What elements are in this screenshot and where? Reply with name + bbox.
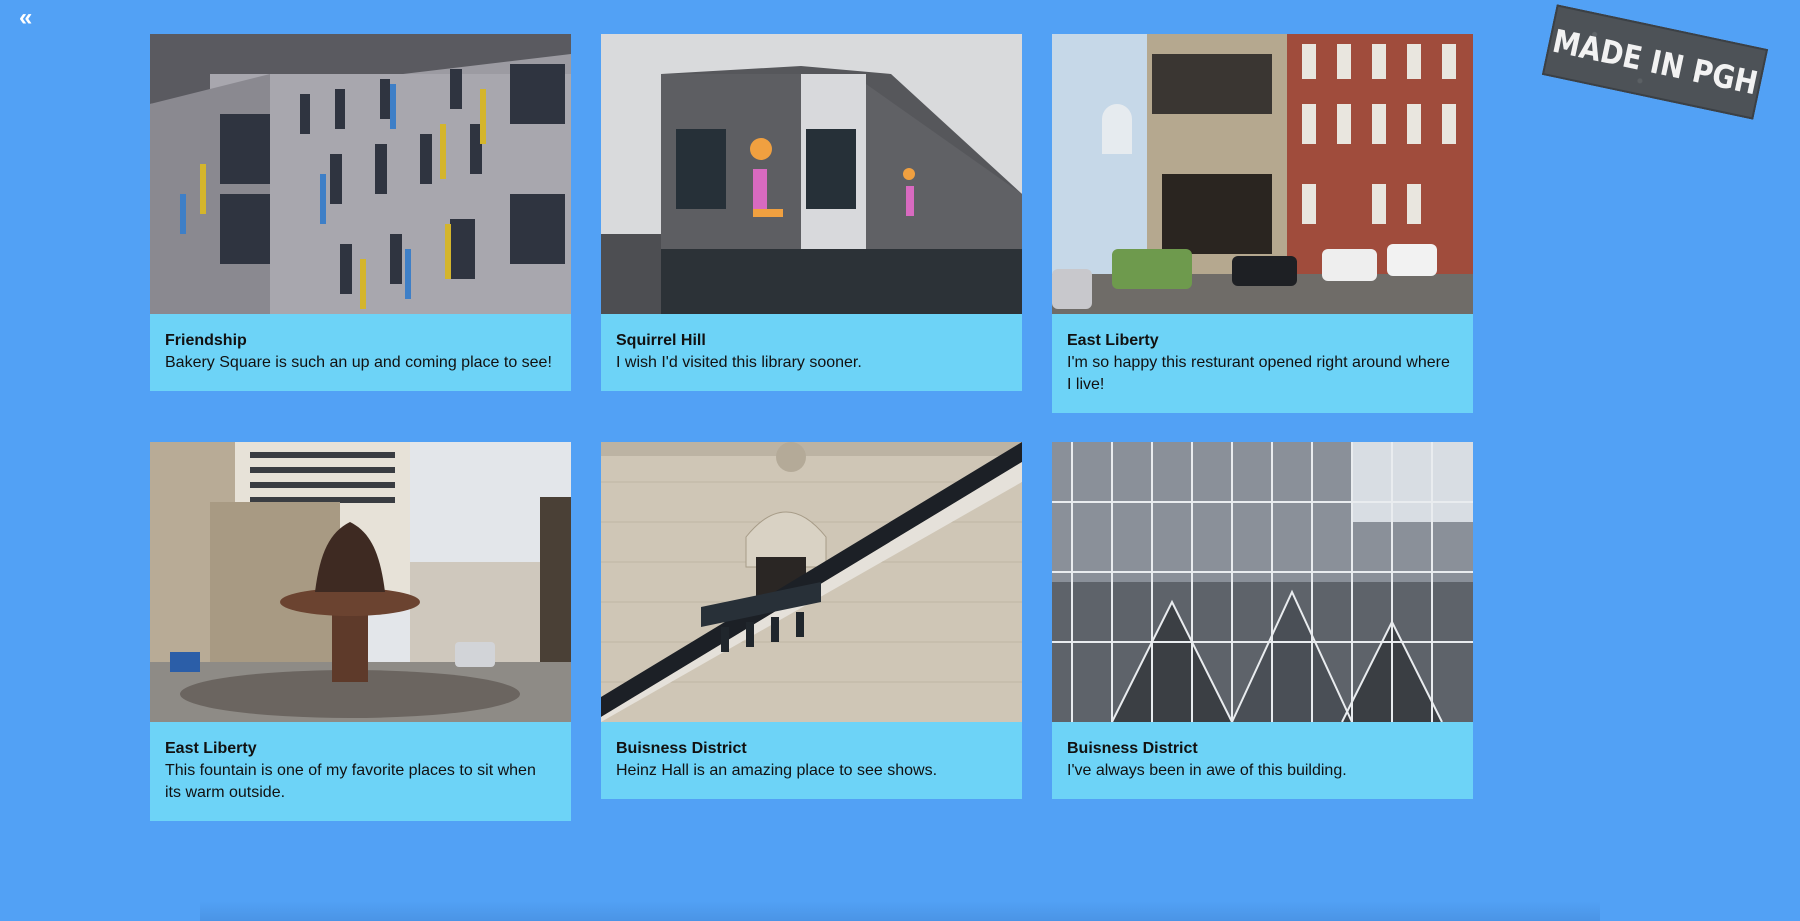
card-text: This fountain is one of my favorite plac… [165,762,536,801]
card-text: Heinz Hall is an amazing place to see sh… [616,762,938,779]
stamp-text: MADE IN PGH [1549,21,1761,103]
card-title: East Liberty [1067,332,1159,349]
card-title: Friendship [165,332,247,349]
photo-heinz-hall [601,442,1022,722]
card-text: I wish I'd visited this library sooner. [616,354,862,371]
card-text: I've always been in awe of this building… [1067,762,1347,779]
photo-card-east-liberty-fountain[interactable]: East Liberty This fountain is one of my … [150,442,571,821]
photo-card-east-liberty-restaurant[interactable]: East Liberty I'm so happy this resturant… [1052,34,1473,413]
photo-card-heinz-hall[interactable]: Buisness District Heinz Hall is an amazi… [601,442,1022,799]
back-link[interactable]: « [19,4,32,32]
photo-card-squirrel-hill[interactable]: Squirrel Hill I wish I'd visited this li… [601,34,1022,391]
photo-bakery-square [150,34,571,314]
card-title: Buisness District [1067,740,1198,757]
card-title: East Liberty [165,740,257,757]
photo-glass-building [1052,442,1473,722]
card-text: Bakery Square is such an up and coming p… [165,354,552,371]
card-text: I'm so happy this resturant opened right… [1067,354,1450,393]
card-caption: East Liberty This fountain is one of my … [150,722,571,821]
card-caption: East Liberty I'm so happy this resturant… [1052,314,1473,413]
card-title: Buisness District [616,740,747,757]
card-title: Squirrel Hill [616,332,706,349]
card-caption: Friendship Bakery Square is such an up a… [150,314,571,391]
photo-fountain [150,442,571,722]
bottom-shade [200,901,1600,921]
card-caption: Squirrel Hill I wish I'd visited this li… [601,314,1022,391]
made-in-pgh-stamp: MADE IN PGH [1541,4,1769,120]
photo-card-friendship[interactable]: Friendship Bakery Square is such an up a… [150,34,571,391]
photo-library [601,34,1022,314]
photo-card-glass-building[interactable]: Buisness District I've always been in aw… [1052,442,1473,799]
card-caption: Buisness District I've always been in aw… [1052,722,1473,799]
photo-restaurant [1052,34,1473,314]
card-caption: Buisness District Heinz Hall is an amazi… [601,722,1022,799]
